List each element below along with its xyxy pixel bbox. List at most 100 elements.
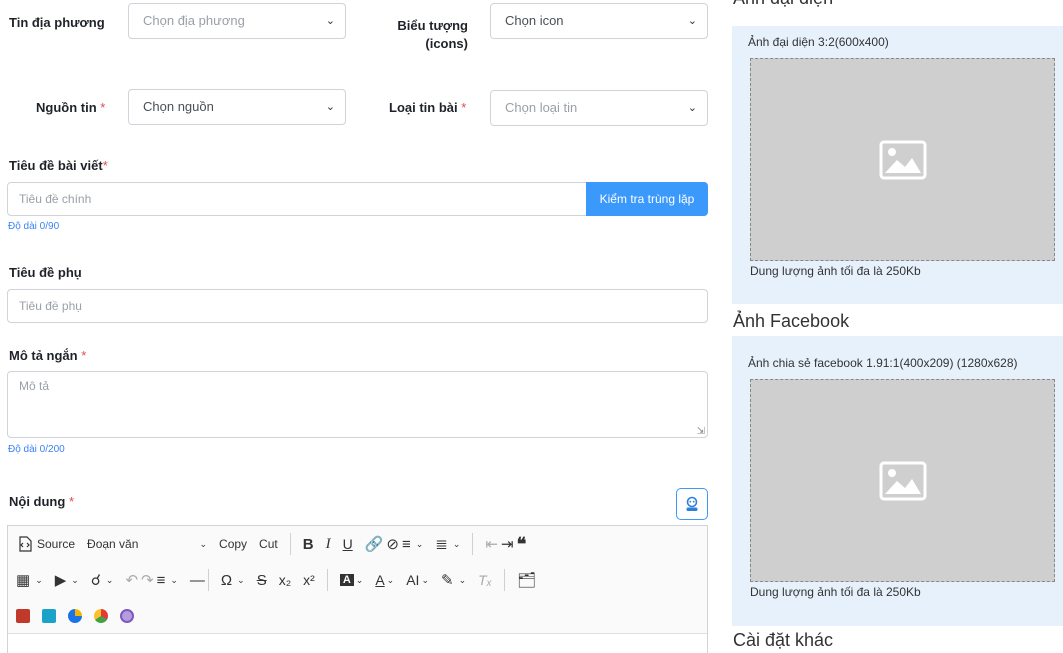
- font-size-button[interactable]: AI ⌄: [406, 568, 429, 592]
- link-icon[interactable]: 🔗: [365, 532, 384, 556]
- chevron-down-icon: ⌄: [687, 102, 697, 114]
- toolbar-divider: [289, 533, 291, 555]
- subtitle-input[interactable]: Tiêu đề phụ: [7, 289, 708, 323]
- cut-button[interactable]: Cut: [259, 532, 278, 556]
- plugin-4-button[interactable]: [94, 604, 108, 628]
- background-color-icon: A: [339, 574, 354, 586]
- chevron-down-icon: ⌄: [452, 538, 461, 549]
- bulleted-list-button[interactable]: ≡ ⌄: [402, 532, 423, 556]
- unlink-icon[interactable]: ⊘: [386, 532, 399, 556]
- plugin-2-button[interactable]: [42, 604, 56, 628]
- horizontal-line-icon[interactable]: —: [190, 568, 205, 592]
- italic-button[interactable]: I: [326, 532, 331, 556]
- remove-format-icon[interactable]: Tₓ: [478, 568, 492, 592]
- grid-plugin-icon: [16, 609, 30, 623]
- facebook-panel: Ảnh chia sẻ facebook 1.91:1(400x209) (12…: [732, 336, 1063, 626]
- title-input[interactable]: Tiêu đề chính: [7, 182, 587, 216]
- summary-placeholder: Mô tả: [19, 379, 50, 393]
- search-icon: ☌: [90, 572, 101, 589]
- file-manager-icon[interactable]: 🗂: [517, 568, 536, 592]
- other-settings-title: Cài đặt khác: [733, 630, 834, 650]
- chevron-down-icon: ⌄: [355, 574, 364, 585]
- article-type-label: Loại tin bài *: [389, 100, 467, 115]
- chart-plugin-icon: [68, 609, 82, 623]
- underline-button[interactable]: U: [343, 532, 353, 556]
- media-icon: ▶: [54, 572, 67, 589]
- avatar-size-note: Dung lượng ảnh tối đa là 250Kb: [750, 264, 921, 278]
- highlight-button[interactable]: ✎ ⌄: [441, 568, 466, 592]
- font-color-button[interactable]: A ⌄: [375, 568, 394, 592]
- resize-handle-icon[interactable]: ⇲: [697, 426, 705, 437]
- export-plugin-icon: [42, 609, 56, 623]
- source-select-text: Chọn nguồn: [143, 99, 214, 114]
- check-duplicate-button[interactable]: Kiểm tra trùng lặp: [586, 182, 708, 216]
- chevron-down-icon: ⌄: [325, 101, 335, 113]
- facebook-section-title: Ảnh Facebook: [733, 311, 850, 331]
- icons-select-text: Chọn icon: [505, 13, 564, 28]
- plugin-3-button[interactable]: [68, 604, 82, 628]
- icons-select[interactable]: Chọn icon ⌄: [490, 3, 708, 39]
- outdent-icon[interactable]: ⇤: [485, 532, 498, 556]
- chevron-down-icon: ⌄: [415, 538, 424, 549]
- find-replace-button[interactable]: ☌ ⌄: [91, 568, 114, 592]
- table-button[interactable]: ▦ ⌄: [16, 568, 43, 592]
- toolbar-divider: [504, 569, 505, 591]
- indent-icon[interactable]: ⇥: [501, 532, 514, 556]
- toolbar-divider: [472, 533, 474, 555]
- summary-length-hint: Độ dài 0/200: [8, 444, 65, 455]
- avatar-panel: Ảnh đại diện 3:2(600x400) Dung lượng ảnh…: [732, 26, 1063, 304]
- undo-icon[interactable]: ↶: [125, 568, 138, 592]
- special-char-button[interactable]: Ω ⌄: [221, 568, 245, 592]
- source-select[interactable]: Chọn nguồn ⌄: [128, 89, 346, 125]
- align-button[interactable]: ≡ ⌄: [157, 568, 178, 592]
- article-type-select[interactable]: Chọn loại tin ⌄: [490, 90, 708, 126]
- color-wheel-plugin-icon: [94, 609, 108, 623]
- bold-button[interactable]: B: [303, 532, 314, 556]
- summary-textarea[interactable]: Mô tả ⇲: [7, 371, 708, 438]
- chevron-down-icon: ⌄: [35, 574, 43, 585]
- rich-text-editor: Source Đoạn văn ⌄ Copy Cut B I U 🔗 ⊘ ≡ ⌄ ≣…: [7, 525, 708, 653]
- subscript-button[interactable]: x₂: [279, 568, 291, 592]
- ai-assistant-button[interactable]: [676, 488, 708, 520]
- local-news-select[interactable]: Chọn địa phương ⌄: [128, 3, 346, 39]
- plugin-1-button[interactable]: [16, 604, 30, 628]
- font-color-icon: A: [375, 572, 385, 588]
- image-placeholder-icon: [879, 140, 926, 179]
- bulleted-list-icon: ≡: [401, 535, 411, 553]
- avatar-dropzone[interactable]: [750, 58, 1055, 261]
- toolbar-row-3: [8, 598, 146, 634]
- chevron-down-icon: ⌄: [105, 574, 114, 585]
- subtitle-input-placeholder: Tiêu đề phụ: [19, 299, 82, 313]
- superscript-button[interactable]: x²: [303, 568, 315, 592]
- paragraph-format-dropdown[interactable]: Đoạn văn ⌄: [87, 532, 207, 556]
- toolbar-row-2: ▦ ⌄ ▶ ⌄ ☌ ⌄ ↶ ↷ ≡ ⌄ — Ω ⌄ S x₂ x² A ⌄ A ⌄ AI ⌄ ✎…: [8, 562, 539, 598]
- facebook-dropzone[interactable]: [750, 379, 1055, 582]
- source-label: Nguồn tin *: [36, 100, 106, 115]
- blockquote-button[interactable]: ❝: [517, 532, 527, 556]
- numbered-list-icon: ≣: [435, 536, 448, 553]
- avatar-caption: Ảnh đại diện 3:2(600x400): [748, 35, 889, 49]
- icons-label: Biểu tượng (icons): [397, 18, 468, 51]
- toolbar-row-1: Source Đoạn văn ⌄ Copy Cut B I U 🔗 ⊘ ≡ ⌄ ≣…: [8, 526, 538, 562]
- background-color-button[interactable]: A ⌄: [339, 568, 364, 592]
- source-button[interactable]: Source: [16, 532, 75, 556]
- align-icon: ≡: [156, 571, 166, 589]
- subtitle-label: Tiêu đề phụ: [9, 265, 82, 280]
- title-length-hint: Độ dài 0/90: [8, 221, 60, 232]
- facebook-caption: Ảnh chia sẻ facebook 1.91:1(400x209) (12…: [748, 356, 1018, 370]
- image-placeholder-icon: [879, 461, 926, 500]
- plugin-5-button[interactable]: [120, 604, 134, 628]
- chevron-down-icon: ⌄: [71, 574, 79, 585]
- robot-icon: [686, 496, 698, 511]
- chevron-down-icon: ⌄: [325, 15, 335, 27]
- facebook-size-note: Dung lượng ảnh tối đa là 250Kb: [750, 585, 921, 599]
- strikethrough-button[interactable]: S: [257, 568, 267, 592]
- local-news-label: Tin địa phương: [9, 15, 105, 30]
- copy-button[interactable]: Copy: [219, 532, 247, 556]
- redo-icon[interactable]: ↷: [141, 568, 154, 592]
- numbered-list-button[interactable]: ≣ ⌄: [435, 532, 460, 556]
- title-input-placeholder: Tiêu đề chính: [19, 192, 92, 206]
- chevron-down-icon: ⌄: [421, 574, 429, 585]
- media-button[interactable]: ▶ ⌄: [55, 568, 79, 592]
- highlighter-icon: ✎: [440, 572, 454, 589]
